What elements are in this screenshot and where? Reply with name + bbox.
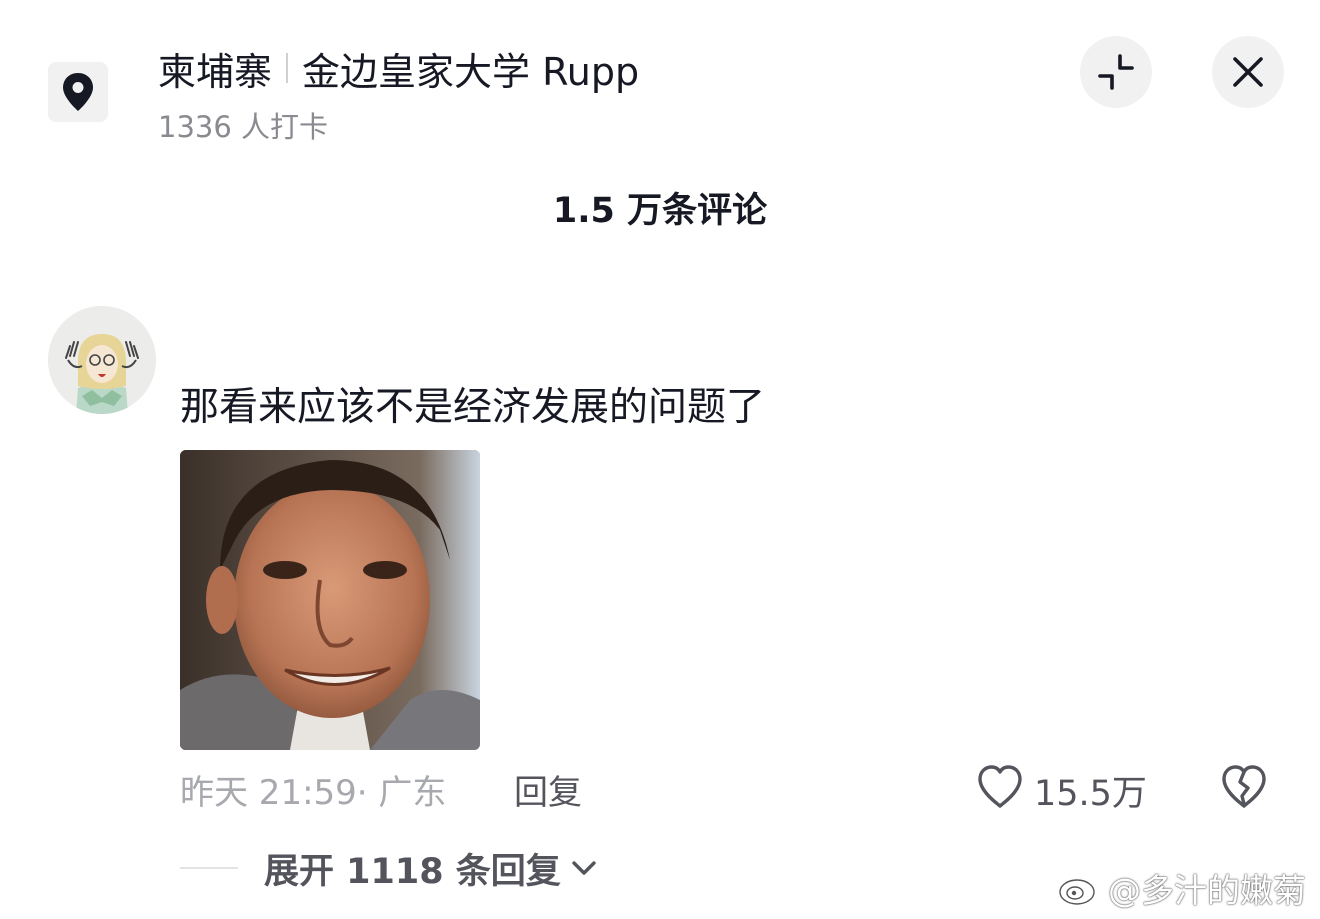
like-count: 15.5万 <box>1034 774 1147 814</box>
checkin-count: 1336 人打卡 <box>158 110 329 144</box>
expand-replies-label: 展开 1118 条回复 <box>264 851 561 892</box>
avatar[interactable] <box>48 306 156 414</box>
expand-divider <box>180 867 238 869</box>
comment-meta: 昨天 21:59· 广东 <box>180 773 447 813</box>
weibo-logo <box>1059 872 1101 905</box>
comments-sheet: 柬埔寨 金边皇家大学 Rupp 1336 人打卡 1.5 万条评论 那看来应该不… <box>0 0 1320 919</box>
country-label: 柬埔寨 <box>158 49 273 94</box>
close-button[interactable] <box>1212 36 1284 108</box>
heart-icon[interactable] <box>976 764 1024 810</box>
collapse-button[interactable] <box>1080 36 1152 108</box>
expand-replies[interactable]: 展开 1118 条回复 <box>180 843 597 893</box>
location-pin-icon[interactable] <box>48 62 108 122</box>
comment-image[interactable] <box>180 450 480 750</box>
watermark: @多汁的嫩菊 <box>1058 864 1306 912</box>
place-label: 金边皇家大学 Rupp <box>302 49 640 94</box>
chevron-down-icon <box>572 861 596 875</box>
comment-count-title: 1.5 万条评论 <box>552 191 768 231</box>
broken-heart-icon[interactable] <box>1220 764 1268 810</box>
reply-button[interactable]: 回复 <box>514 765 582 814</box>
location-title[interactable]: 柬埔寨 金边皇家大学 Rupp <box>158 40 639 96</box>
close-icon <box>1233 57 1263 87</box>
watermark-text: @多汁的嫩菊 <box>1108 871 1306 910</box>
comment-text: 那看来应该不是经济发展的问题了 <box>180 385 766 430</box>
collapse-icon <box>1098 54 1134 90</box>
title-divider <box>286 53 289 83</box>
